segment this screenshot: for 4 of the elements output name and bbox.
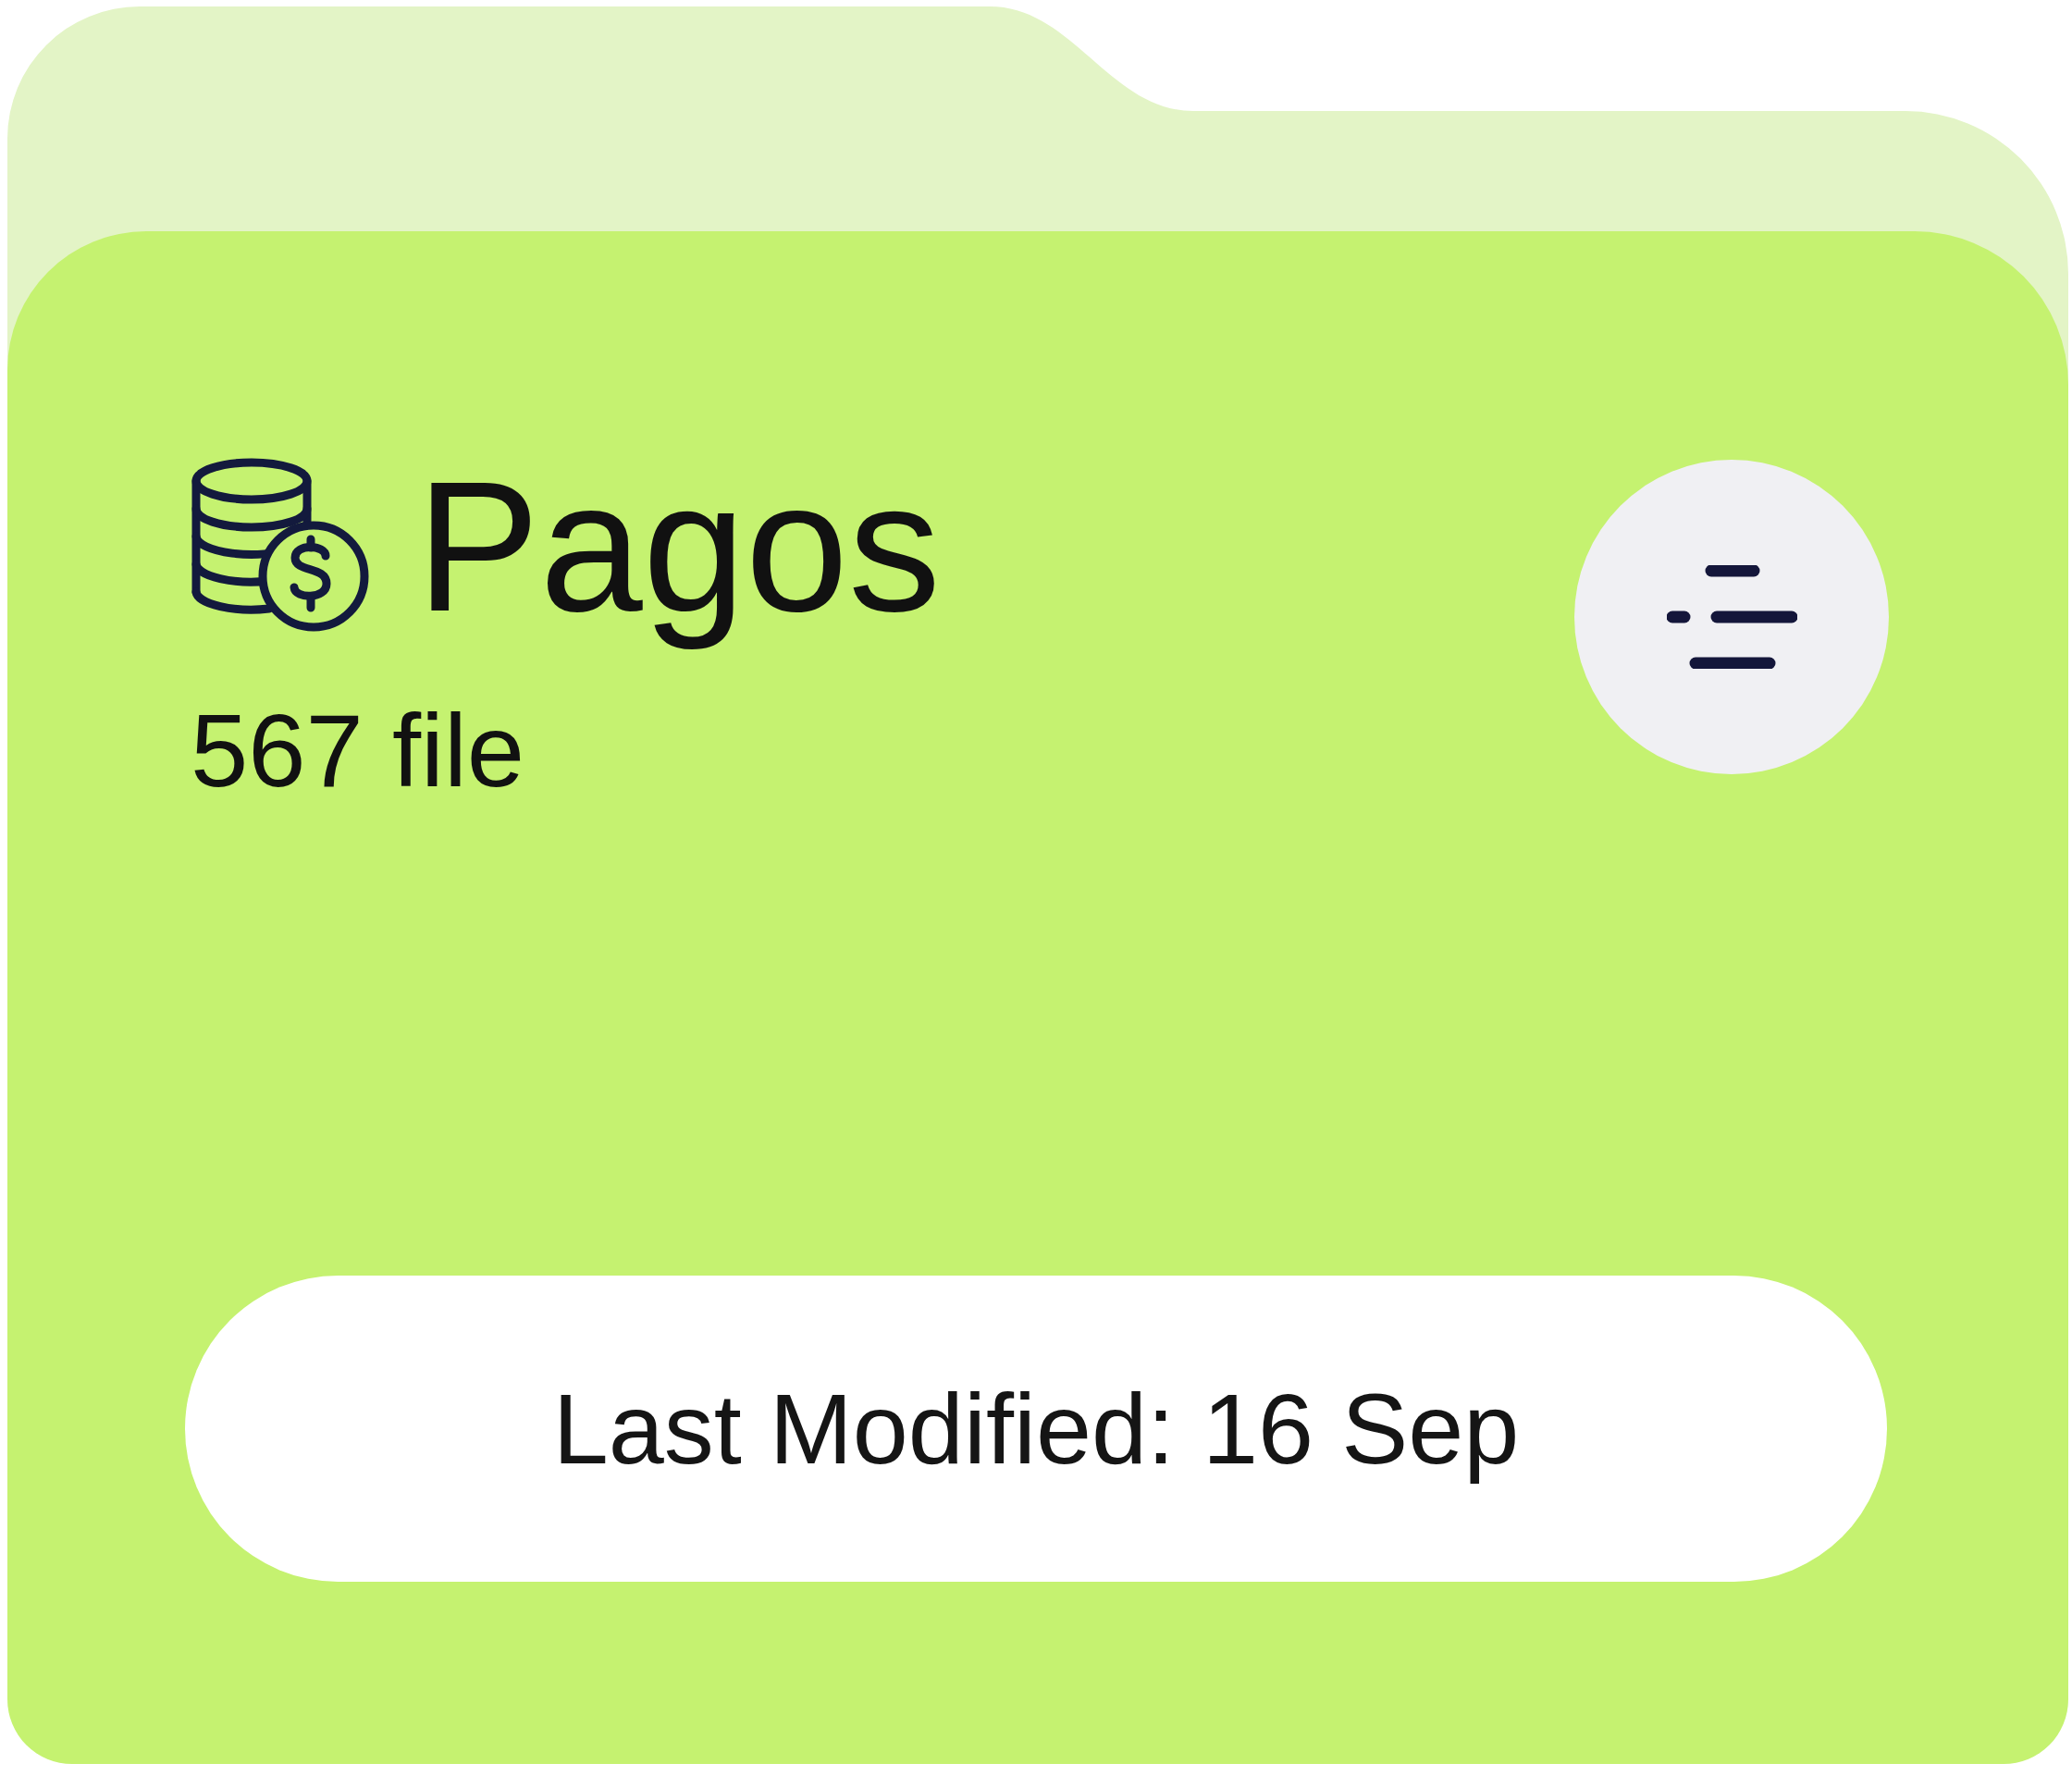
- file-count: 567 file: [191, 692, 525, 810]
- last-modified-label: Last Modified: 16 Sep: [185, 1276, 1887, 1582]
- folder-title: Pagos: [416, 442, 943, 651]
- menu-icon: [1666, 565, 1797, 669]
